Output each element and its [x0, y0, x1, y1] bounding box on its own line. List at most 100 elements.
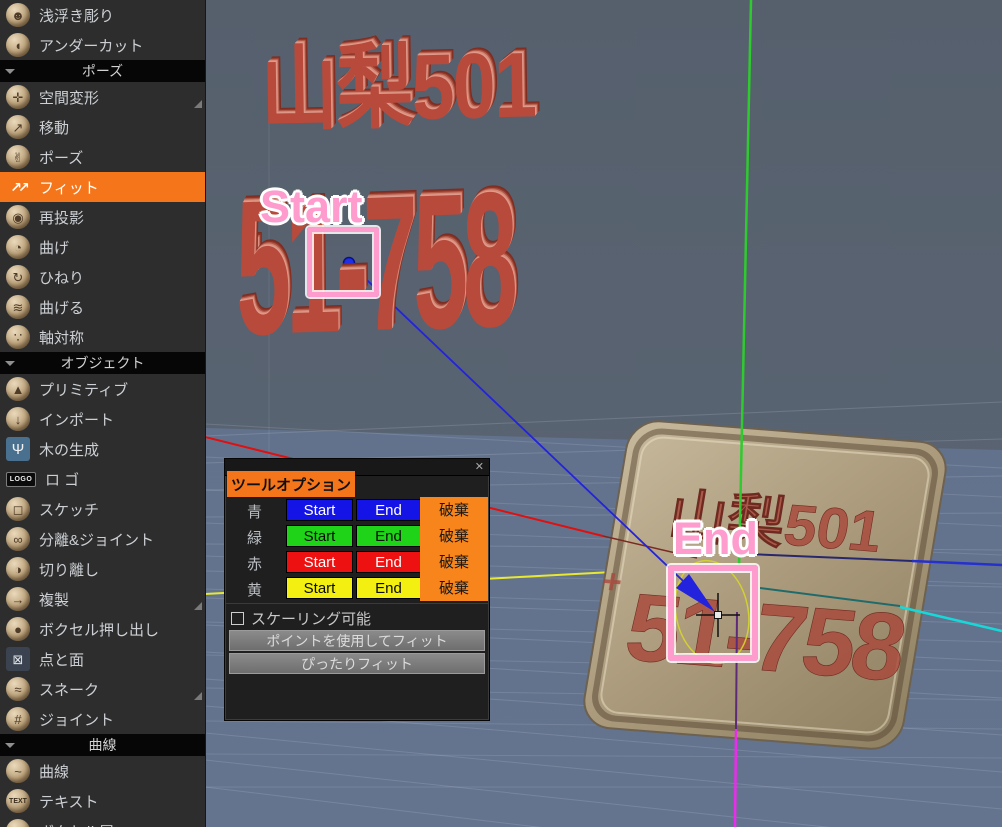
sidebar-item-text[interactable]: TEXT テキスト: [0, 786, 205, 816]
flyout-corner-icon: [194, 692, 202, 700]
sidebar-item-label: ボクセル押し出し: [39, 621, 160, 639]
sidebar-item-joint[interactable]: # ジョイント: [0, 704, 205, 734]
flyout-corner-icon: [194, 100, 202, 108]
panel-title-tab[interactable]: ツールオプション: [227, 471, 355, 497]
voxel-layer-icon: ◒: [6, 819, 30, 827]
end-button[interactable]: End: [356, 551, 421, 573]
sidebar-item-primitives[interactable]: ▲ プリミティブ: [0, 374, 205, 404]
scaling-checkbox-label: スケーリング可能: [251, 611, 372, 628]
sidebar-item-label: オブジェクト: [60, 355, 145, 371]
section-collapse-caret-icon: [5, 361, 15, 366]
start-marker-label: Start: [260, 181, 363, 232]
color-row-label: 緑: [247, 530, 263, 547]
snake-icon: ≈: [6, 677, 30, 701]
sidebar-item-bend-stack[interactable]: ≋ 曲げる: [0, 292, 205, 322]
sidebar-item-label: 木の生成: [39, 441, 100, 459]
fit-color-row: 緑 Start End 破棄: [225, 523, 489, 549]
close-icon[interactable]: ✕: [475, 460, 484, 473]
curve-icon: ~: [6, 759, 30, 783]
sidebar-item-curve[interactable]: ~ 曲線: [0, 756, 205, 786]
sidebar-item-label: ポーズ: [81, 63, 124, 79]
sidebar-item-label: 分離&ジョイント: [39, 531, 155, 549]
sidebar-item-split-join[interactable]: ∞ 分離&ジョイント: [0, 524, 205, 554]
start-button[interactable]: Start: [286, 499, 353, 521]
sidebar-item-label: 軸対称: [39, 329, 85, 347]
end-marker-label: End: [673, 513, 758, 564]
sidebar-item-shallow-relief[interactable]: ☻ 浅浮き彫り: [0, 0, 205, 30]
discard-button[interactable]: 破棄: [420, 549, 488, 575]
sidebar-item-points-faces[interactable]: ⊠ 点と面: [0, 644, 205, 674]
sidebar-item-twist[interactable]: ↻ ひねり: [0, 262, 205, 292]
flyout-corner-icon: [194, 602, 202, 610]
sidebar-item-voxel-layer[interactable]: ◒ ボクセル層: [0, 816, 205, 827]
voxel-extrude-icon: ●: [6, 617, 30, 641]
sidebar-section-objects-section[interactable]: オブジェクト: [0, 352, 205, 374]
scaling-checkbox[interactable]: [231, 612, 244, 625]
sidebar-item-sketch[interactable]: ◻ スケッチ: [0, 494, 205, 524]
sidebar-item-voxel-extrude[interactable]: ● ボクセル押し出し: [0, 614, 205, 644]
sidebar-item-undercut[interactable]: ◖ アンダーカット: [0, 30, 205, 60]
color-row-label: 青: [247, 504, 263, 521]
joint-icon: #: [6, 707, 30, 731]
sidebar-item-reproject[interactable]: ◉ 再投影: [0, 202, 205, 232]
end-button[interactable]: End: [356, 499, 421, 521]
fit-color-row: 黄 Start End 破棄: [225, 575, 489, 601]
sidebar-item-label: インポート: [39, 411, 115, 429]
sidebar-item-axial-symmetry[interactable]: ∵ 軸対称: [0, 322, 205, 352]
sidebar-item-cut-off[interactable]: ◑ 切り離し: [0, 554, 205, 584]
panel-separator: [225, 603, 489, 604]
sidebar-item-label: ロ ゴ: [45, 471, 80, 489]
logo-icon: LOGO: [6, 471, 36, 487]
sidebar-item-pose[interactable]: ✌ ポーズ: [0, 142, 205, 172]
sidebar-item-label: ジョイント: [39, 711, 115, 729]
sidebar-item-label: ポーズ: [39, 149, 84, 167]
start-button[interactable]: Start: [286, 551, 353, 573]
sidebar-item-label: ひねり: [39, 269, 85, 287]
sidebar-item-label: ボクセル層: [39, 821, 114, 827]
sidebar-item-fit[interactable]: ↗↗ フィット: [0, 172, 205, 202]
sidebar-item-label: 切り離し: [39, 561, 100, 579]
fit-color-row: 青 Start End 破棄: [225, 497, 489, 523]
sidebar-item-tree-generation[interactable]: Ψ 木の生成: [0, 434, 205, 464]
start-marker-box[interactable]: [307, 227, 379, 297]
sidebar-item-space-deform[interactable]: ✛ 空間変形: [0, 82, 205, 112]
cutoff-icon: ◑: [6, 557, 30, 581]
plate-3d-object: 山梨501 + 51-758: [583, 420, 947, 750]
discard-button[interactable]: 破棄: [420, 497, 488, 523]
sidebar-item-label: 曲げる: [39, 299, 85, 317]
sidebar-item-label: テキスト: [39, 793, 99, 811]
exact-fit-button[interactable]: ぴったりフィット: [229, 653, 485, 674]
sidebar-section-pose-section[interactable]: ポーズ: [0, 60, 205, 82]
tool-sidebar: ☻ 浅浮き彫り ◖ アンダーカット ポーズ ✛ 空間変形 ↗ 移動 ✌ ポーズ …: [0, 0, 206, 827]
discard-button[interactable]: 破棄: [420, 575, 488, 601]
sidebar-item-snake[interactable]: ≈ スネーク: [0, 674, 205, 704]
sidebar-item-bend[interactable]: ◔ 曲げ: [0, 232, 205, 262]
sidebar-item-label: 浅浮き彫り: [39, 7, 115, 25]
tool-options-panel: ✕ ツールオプション 青 Start End 破棄 緑 Start End 破棄…: [224, 458, 490, 721]
duplicate-icon: →: [6, 587, 30, 611]
sidebar-item-label: 複製: [39, 591, 70, 609]
section-collapse-caret-icon: [5, 743, 15, 748]
section-collapse-caret-icon: [5, 69, 15, 74]
fit-using-points-button[interactable]: ポイントを使用してフィット: [229, 630, 485, 651]
discard-button[interactable]: 破棄: [420, 523, 488, 549]
sidebar-item-label: 曲線: [39, 763, 70, 781]
text-icon: TEXT: [6, 789, 30, 813]
sidebar-item-move[interactable]: ↗ 移動: [0, 112, 205, 142]
sidebar-section-curves-section[interactable]: 曲線: [0, 734, 205, 756]
end-marker-box[interactable]: [668, 565, 758, 661]
color-row-label: 黄: [247, 582, 263, 599]
color-row-label: 赤: [247, 556, 263, 573]
end-button[interactable]: End: [356, 525, 421, 547]
end-button[interactable]: End: [356, 577, 421, 599]
sidebar-item-duplicate[interactable]: → 複製: [0, 584, 205, 614]
relief-head-icon: ☻: [6, 3, 30, 27]
fit-icon: ↗↗: [10, 179, 30, 195]
start-button[interactable]: Start: [286, 577, 353, 599]
fit-color-row: 赤 Start End 破棄: [225, 549, 489, 575]
sidebar-item-import[interactable]: ↓ インポート: [0, 404, 205, 434]
plate-text-line2: 51-758: [618, 574, 911, 701]
sidebar-item-label: フィット: [39, 179, 99, 197]
start-button[interactable]: Start: [286, 525, 353, 547]
sidebar-item-logo[interactable]: LOGO ロ ゴ: [0, 464, 205, 494]
